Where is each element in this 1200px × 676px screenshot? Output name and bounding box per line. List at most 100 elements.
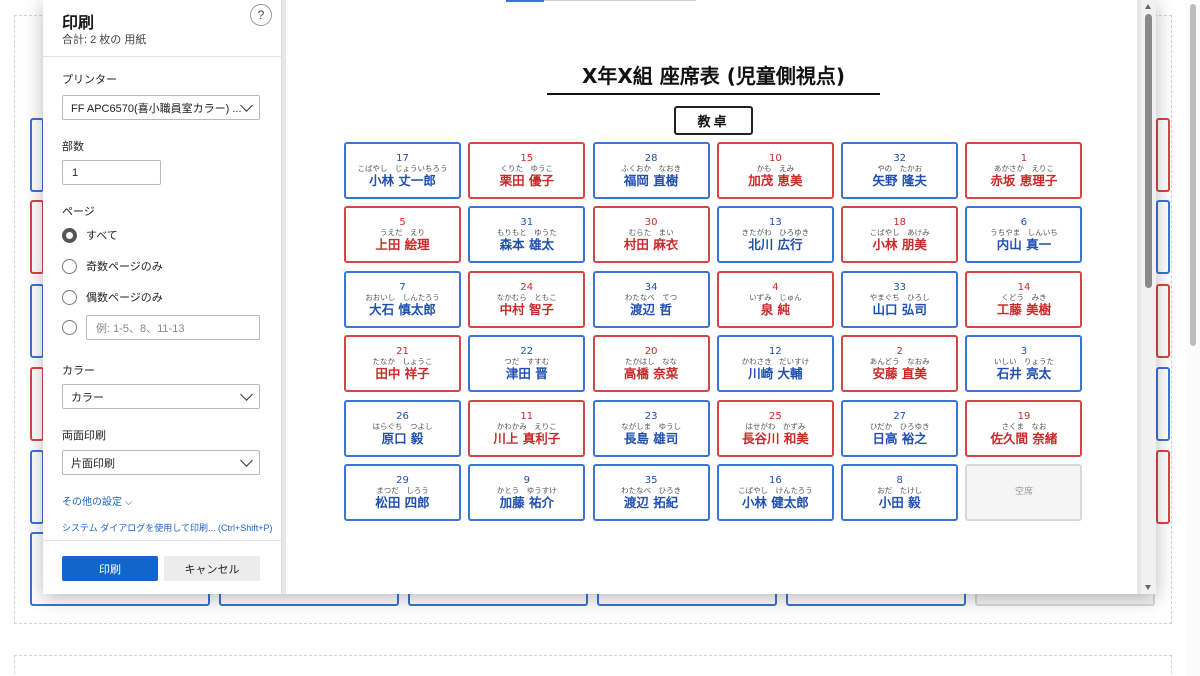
seat-kana: うえだ えり	[380, 228, 425, 238]
help-button[interactable]: ?	[250, 4, 272, 26]
pages-even-label: 偶数ページのみ	[86, 292, 163, 304]
pages-custom-option[interactable]	[62, 320, 86, 335]
pages-odd-option[interactable]: 奇数ページのみ	[62, 258, 163, 274]
seat-kana: かも えみ	[756, 164, 795, 173]
seat-number: 34	[644, 281, 658, 293]
seat-kana: ふくおか なおき	[621, 164, 682, 173]
page-scrollbar[interactable]	[1186, 0, 1200, 676]
color-select[interactable]: カラー	[62, 384, 260, 409]
seat-kana: こばやし じょういちろう	[357, 164, 448, 173]
preview-scrollbar-thumb[interactable]	[1145, 14, 1152, 288]
seat-card: 34 わたなべ てつ 渡辺 哲	[592, 270, 710, 328]
seat-kana: おだ たけし	[877, 485, 923, 495]
seat-student-name: 加茂 恵美	[748, 173, 803, 188]
scroll-down-icon[interactable]	[1145, 585, 1151, 590]
pages-odd-label: 奇数ページのみ	[86, 261, 163, 273]
background-seat-card	[30, 200, 44, 274]
seat-number: 21	[396, 346, 409, 358]
preview-scrollbar[interactable]	[1141, 0, 1156, 594]
radio-icon[interactable]	[62, 289, 77, 305]
seat-grid: 17 こばやし じょういちろう 小林 丈一郎 15 くりた ゆうこ 栗田 優子 28 ふくおか…	[344, 142, 1083, 521]
radio-checked-icon[interactable]	[62, 227, 77, 243]
seat-card: 17 こばやし じょういちろう 小林 丈一郎	[344, 142, 461, 199]
seat-number: 7	[399, 281, 406, 293]
seat-kana: つだ すすむ	[504, 357, 550, 367]
seat-student-name: 空席	[1014, 487, 1033, 498]
pages-even-option[interactable]: 偶数ページのみ	[62, 289, 163, 305]
seat-number: 26	[396, 410, 409, 422]
seat-number: 22	[520, 346, 534, 358]
seat-card: 24 なかむら ともこ 中村 智子	[468, 270, 586, 328]
teacher-desk: 教卓	[674, 106, 753, 135]
printer-select[interactable]: FF APC6570(喜小職員室カラー) ...	[62, 95, 260, 120]
seat-kana: うちやま しんいち	[990, 228, 1058, 238]
background-seat-card	[1156, 450, 1170, 524]
seat-student-name: 佐久間 奈緒	[990, 430, 1058, 446]
seat-number: 31	[520, 217, 534, 229]
seat-number: 19	[1017, 410, 1031, 422]
seat-student-name: 渡辺 哲	[630, 301, 673, 317]
seat-kana: あんどう なおみ	[869, 357, 930, 367]
seat-student-name: 福岡 直樹	[623, 173, 679, 188]
background-seat-card	[30, 118, 44, 192]
seat-card: 31 もりもと ゆうた 森本 雄太	[468, 206, 586, 264]
radio-icon[interactable]	[62, 258, 77, 274]
system-dialog-link[interactable]: システム ダイアログを使用して印刷... (Ctrl+Shift+P)	[62, 521, 272, 534]
seat-card: 2 あんどう なおみ 安藤 直美	[841, 335, 959, 393]
seat-number: 8	[896, 474, 903, 486]
seat-card: 14 くどう みき 工藤 美樹	[965, 270, 1083, 328]
seat-number: 14	[1017, 281, 1031, 293]
seat-card: 23 ながしま ゆうし 長島 雄司	[592, 399, 710, 457]
seat-kana: たなか しょうこ	[372, 357, 433, 367]
scroll-up-icon[interactable]	[1145, 4, 1151, 9]
seat-student-name: 中村 智子	[499, 301, 554, 317]
seat-card: 9 かとう ゆうすけ 加藤 祐介	[468, 463, 586, 521]
seat-student-name: 津田 晋	[505, 366, 548, 382]
seat-number: 18	[893, 217, 907, 229]
seat-card: 11 かわかみ えりこ 川上 真利子	[468, 399, 586, 457]
seat-student-name: 小林 丈一郎	[369, 173, 436, 188]
seat-student-name: 石井 亮太	[996, 366, 1052, 382]
radio-icon[interactable]	[62, 320, 77, 335]
page-range-input[interactable]: 例: 1-5、8、11-13	[86, 315, 260, 340]
seat-card: 28 ふくおか なおき 福岡 直樹	[592, 142, 710, 199]
seat-student-name: 小田 毅	[878, 494, 921, 510]
seat-number: 35	[644, 474, 658, 486]
seat-student-name: 山口 弘司	[872, 301, 927, 317]
seat-student-name: 上田 絵理	[375, 237, 430, 253]
more-settings-link[interactable]: その他の設定 ⌵	[62, 493, 132, 508]
print-button[interactable]: 印刷	[62, 556, 158, 581]
seat-number: 28	[644, 153, 658, 164]
seat-student-name: 栗田 優子	[499, 173, 554, 188]
seat-kana: まつだ しろう	[376, 485, 429, 495]
chevron-down-icon	[240, 454, 253, 467]
color-select-value: カラー	[71, 391, 104, 404]
seat-card: 3 いしい りょうた 石井 亮太	[965, 335, 1083, 393]
duplex-select[interactable]: 片面印刷	[62, 450, 260, 475]
divider	[43, 540, 282, 541]
seat-student-name: 長谷川 和美	[741, 430, 809, 446]
seat-card: 6 うちやま しんいち 内山 真一	[965, 206, 1083, 264]
seat-kana: むらた まい	[628, 228, 674, 238]
page-scrollbar-thumb[interactable]	[1190, 4, 1196, 346]
cancel-button[interactable]: キャンセル	[164, 556, 260, 581]
seat-kana: はらぐち つよし	[372, 421, 433, 431]
seat-kana: さくま なお	[1001, 421, 1047, 431]
seat-card: 33 やまぐち ひろし 山口 弘司	[841, 270, 959, 328]
copies-input[interactable]: 1	[62, 160, 161, 185]
background-seat-card	[1156, 200, 1170, 274]
duplex-select-value: 片面印刷	[71, 457, 115, 470]
seat-student-name: 松田 四郎	[375, 494, 430, 510]
seat-kana: あかさか えりこ	[993, 164, 1054, 173]
seat-student-name: 小林 朋美	[872, 237, 927, 253]
seat-student-name: 川上 真利子	[493, 430, 561, 446]
seat-number: 2	[896, 346, 903, 358]
seat-kana: なかむら ともこ	[496, 292, 557, 302]
seat-kana: かとう ゆうすけ	[496, 485, 557, 495]
chevron-down-icon	[240, 99, 253, 112]
seat-student-name: 小林 健太郎	[741, 494, 809, 510]
seat-card: 32 やの たかお 矢野 隆夫	[841, 142, 959, 199]
divider	[43, 56, 282, 57]
seat-kana: わたなべ てつ	[624, 292, 678, 302]
pages-all-option[interactable]: すべて	[62, 227, 118, 243]
